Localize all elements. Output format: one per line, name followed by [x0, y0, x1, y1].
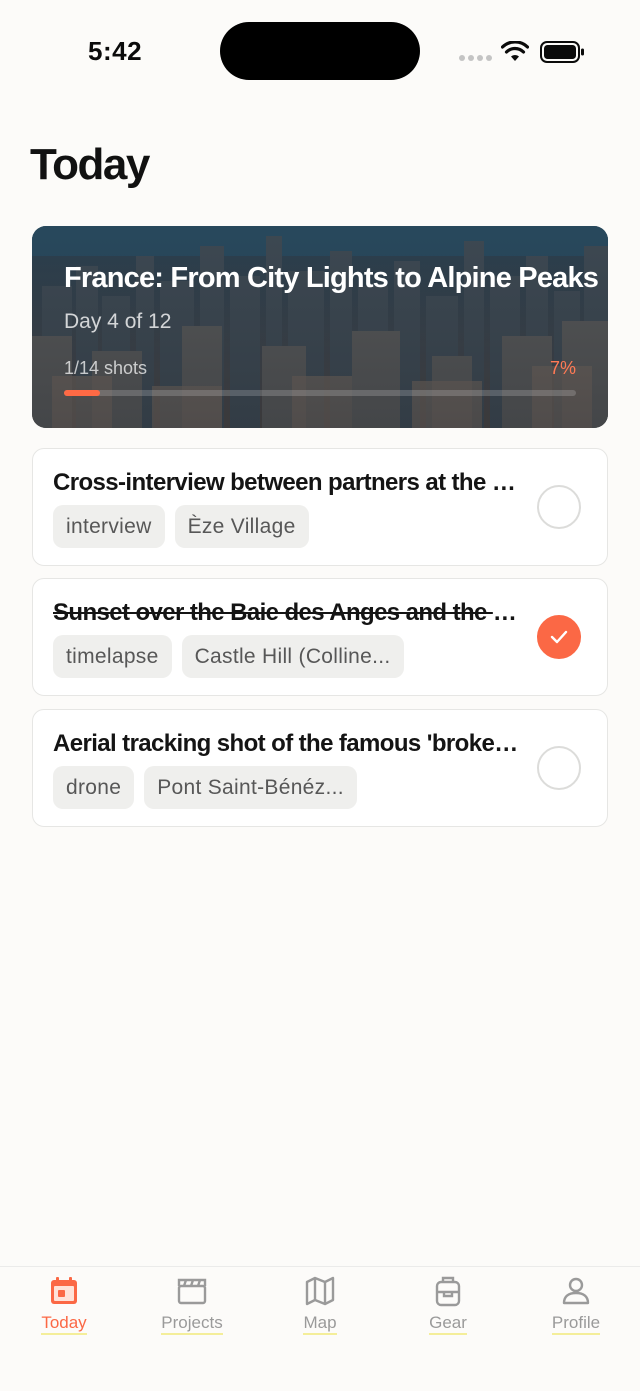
page-title: Today: [30, 140, 150, 189]
checkmark-icon: [550, 630, 568, 644]
shot-tags: drone Pont Saint-Bénéz...: [53, 766, 357, 810]
signal-dots-icon: [459, 55, 492, 61]
status-icons: [458, 40, 588, 64]
project-card[interactable]: France: From City Lights to Alpine Peaks…: [32, 226, 608, 428]
location-tag: Èze Village: [174, 505, 309, 548]
location-tag: Castle Hill (Colline...: [181, 635, 404, 678]
tab-label: Map: [256, 1313, 384, 1335]
tab-map[interactable]: Map: [256, 1267, 384, 1357]
tab-projects[interactable]: Projects: [128, 1267, 256, 1357]
shot-title: Aerial tracking shot of the famous 'brok…: [53, 730, 519, 757]
shot-type-tag: timelapse: [53, 635, 172, 678]
shot-title: Sunset over the Baie des Anges and the P…: [53, 599, 519, 626]
project-day: Day 4 of 12: [64, 310, 172, 333]
map-icon: [305, 1276, 335, 1306]
location-tag: Pont Saint-Bénéz...: [144, 766, 357, 809]
tab-label: Gear: [384, 1313, 512, 1335]
tab-label: Projects: [128, 1313, 256, 1335]
tab-profile[interactable]: Profile: [512, 1267, 640, 1357]
shot-title: Cross-interview between partners at the …: [53, 469, 519, 496]
project-shot-count: 1/14 shots: [64, 358, 148, 378]
shot-type-tag: interview: [53, 505, 165, 548]
clapperboard-icon: [177, 1278, 207, 1305]
shot-checkbox[interactable]: [537, 746, 581, 790]
battery-icon: [540, 41, 584, 63]
shot-card[interactable]: Cross-interview between partners at the …: [32, 448, 608, 566]
status-time: 5:42: [88, 36, 143, 66]
tab-gear[interactable]: Gear: [384, 1267, 512, 1357]
project-percent: 7%: [549, 358, 576, 378]
shot-card[interactable]: Aerial tracking shot of the famous 'brok…: [32, 709, 608, 827]
tab-bar: Today Projects Map Gear Profile: [0, 1266, 640, 1391]
tab-label: Today: [0, 1313, 128, 1335]
shot-checkbox[interactable]: [537, 485, 581, 529]
shot-card[interactable]: Sunset over the Baie des Anges and the P…: [32, 578, 608, 696]
tab-label: Profile: [512, 1313, 640, 1335]
shot-tags: interview Èze Village: [53, 505, 309, 549]
shot-tags: timelapse Castle Hill (Colline...: [53, 635, 404, 679]
shot-checkbox-checked[interactable]: [537, 615, 581, 659]
shot-type-tag: drone: [53, 766, 135, 809]
tab-today[interactable]: Today: [0, 1267, 128, 1357]
project-title: France: From City Lights to Alpine Peaks: [64, 262, 599, 294]
calendar-icon: [51, 1277, 77, 1304]
project-progress-fill: [64, 390, 100, 396]
dynamic-island: [220, 22, 420, 80]
project-progress-bar: [64, 390, 576, 396]
status-bar: 5:42: [0, 0, 640, 100]
backpack-icon: [435, 1276, 461, 1307]
wifi-icon: [501, 41, 529, 61]
person-icon: [562, 1277, 590, 1305]
